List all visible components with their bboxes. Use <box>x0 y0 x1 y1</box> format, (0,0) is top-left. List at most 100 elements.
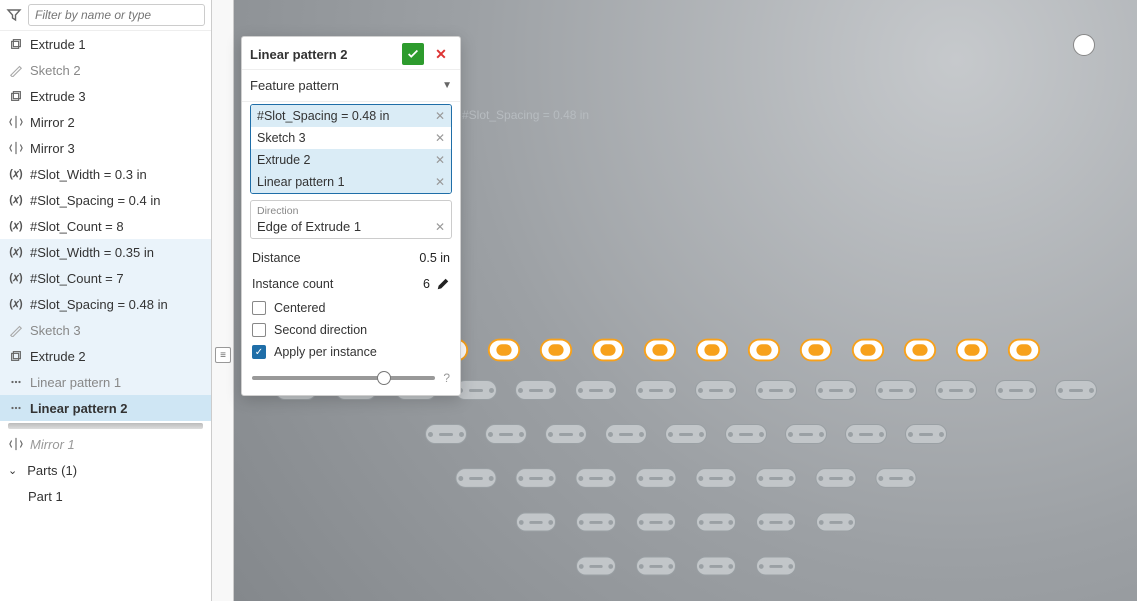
clear-direction-button[interactable]: ✕ <box>435 220 445 234</box>
remove-reference-button[interactable]: ✕ <box>435 153 445 167</box>
extrude-icon <box>8 348 24 364</box>
part-label: Part 1 <box>28 489 63 504</box>
rollback-bar[interactable] <box>8 423 203 429</box>
pattern-icon <box>8 374 24 390</box>
parts-header[interactable]: ⌄Parts (1) <box>0 457 211 483</box>
pattern-seed-instance <box>643 339 675 362</box>
remove-reference-button[interactable]: ✕ <box>435 109 445 123</box>
pattern-type-select[interactable]: Feature pattern <box>250 74 436 97</box>
seed-slider[interactable] <box>252 376 435 380</box>
feature-label: Mirror 2 <box>30 115 75 130</box>
feature-item[interactable]: Extrude 2 <box>0 343 211 369</box>
help-icon[interactable]: ? <box>443 371 450 385</box>
pattern-seed-instance <box>799 339 831 362</box>
pattern-instance <box>875 468 916 488</box>
pattern-instance <box>545 424 587 444</box>
view-orbit-icon[interactable] <box>1073 34 1095 56</box>
direction-value: Edge of Extrude 1 <box>257 219 361 234</box>
remove-reference-button[interactable]: ✕ <box>435 175 445 189</box>
slider-knob[interactable] <box>377 371 391 385</box>
rollback-gutter[interactable]: ≡ <box>212 0 234 601</box>
pattern-seed-instance <box>695 339 727 362</box>
pattern-instance <box>635 468 676 488</box>
feature-item[interactable]: Linear pattern 1 <box>0 369 211 395</box>
edit-expression-icon[interactable] <box>436 277 450 291</box>
pattern-icon <box>8 400 24 416</box>
feature-list[interactable]: Extrude 1 Sketch 2Extrude 3 Mirror 2 Mirror… <box>0 31 211 601</box>
pattern-instance <box>515 468 556 488</box>
pattern-instance <box>576 557 616 576</box>
reference-label: #Slot_Spacing = 0.48 in <box>257 109 389 123</box>
remove-reference-button[interactable]: ✕ <box>435 131 445 145</box>
feature-label: #Slot_Spacing = 0.4 in <box>30 193 160 208</box>
feature-item-suppressed[interactable]: Mirror 1 <box>0 431 211 457</box>
features-to-pattern-list[interactable]: #Slot_Spacing = 0.48 in✕Sketch 3✕Extrude… <box>250 104 452 194</box>
feature-item[interactable]: (𝑥)#Slot_Spacing = 0.4 in <box>0 187 211 213</box>
reference-item[interactable]: Sketch 3 ✕ <box>251 127 451 149</box>
distance-label: Distance <box>252 251 301 265</box>
feature-item[interactable]: Mirror 3 <box>0 135 211 161</box>
filter-icon[interactable] <box>6 7 22 23</box>
pattern-instance <box>755 468 796 488</box>
mirror-icon <box>8 436 24 452</box>
pattern-instance <box>695 380 737 400</box>
second-direction-checkbox[interactable] <box>252 323 266 337</box>
sketch-icon <box>8 322 24 338</box>
reference-item[interactable]: #Slot_Spacing = 0.48 in ✕ <box>251 105 451 127</box>
feature-item[interactable]: Linear pattern 2 <box>0 395 211 421</box>
feature-item[interactable]: Extrude 1 <box>0 31 211 57</box>
feature-item[interactable]: Sketch 3 <box>0 317 211 343</box>
pattern-instance <box>816 513 856 532</box>
var-icon: (𝑥) <box>8 166 24 182</box>
pattern-row <box>234 424 1137 444</box>
pattern-instance <box>575 468 616 488</box>
second-direction-label: Second direction <box>274 323 367 337</box>
part-item[interactable]: Part 1 <box>0 483 211 509</box>
pattern-instance <box>636 513 676 532</box>
feature-item[interactable]: (𝑥) #Slot_Spacing = 0.48 in <box>0 291 211 317</box>
pattern-instance <box>815 468 856 488</box>
field-label: Direction <box>257 205 445 217</box>
pattern-seed-instance <box>955 339 987 362</box>
direction-field[interactable]: Direction Edge of Extrude 1 ✕ <box>250 200 452 239</box>
rollback-marker-icon[interactable]: ≡ <box>215 347 231 363</box>
centered-checkbox[interactable] <box>252 301 266 315</box>
feature-label: Extrude 1 <box>30 37 86 52</box>
pattern-instance <box>815 380 857 400</box>
centered-label: Centered <box>274 301 325 315</box>
feature-item[interactable]: Mirror 2 <box>0 109 211 135</box>
pattern-instance <box>1055 380 1097 400</box>
dialog-title: Linear pattern 2 <box>250 47 396 62</box>
reference-label: Sketch 3 <box>257 131 306 145</box>
filter-input[interactable] <box>28 4 205 26</box>
feature-item[interactable]: (𝑥) #Slot_Width = 0.3 in <box>0 161 211 187</box>
var-icon: (𝑥) <box>8 218 24 234</box>
feature-item[interactable]: (𝑥)#Slot_Width = 0.35 in <box>0 239 211 265</box>
var-icon: (𝑥) <box>8 296 24 312</box>
pattern-row <box>234 556 1137 576</box>
reference-item[interactable]: Extrude 2✕ <box>251 149 451 171</box>
extrude-icon <box>8 88 24 104</box>
feature-dialog: Linear pattern 2 ✕ Feature pattern ▼ #Sl… <box>241 36 461 396</box>
pattern-row <box>234 468 1137 488</box>
feature-label: #Slot_Width = 0.3 in <box>30 167 147 182</box>
feature-label: #Slot_Spacing = 0.48 in <box>30 297 168 312</box>
cancel-button[interactable]: ✕ <box>430 43 452 65</box>
parts-header-label: Parts (1) <box>27 463 77 478</box>
tree-toolbar <box>0 0 211 31</box>
confirm-button[interactable] <box>402 43 424 65</box>
feature-item[interactable]: Sketch 2 <box>0 57 211 83</box>
reference-item[interactable]: Linear pattern 1✕ <box>251 171 451 193</box>
canvas-annotation: #Slot_Spacing = 0.48 in <box>462 108 589 122</box>
apply-per-instance-checkbox[interactable]: ✓ <box>252 345 266 359</box>
instance-count-input[interactable]: 6 <box>423 277 430 291</box>
distance-input[interactable]: 0.5 in <box>419 251 450 265</box>
feature-item[interactable]: (𝑥)#Slot_Count = 7 <box>0 265 211 291</box>
pattern-instance <box>636 557 676 576</box>
mirror-icon <box>8 114 24 130</box>
feature-item[interactable]: (𝑥)#Slot_Count = 8 <box>0 213 211 239</box>
feature-label: Extrude 2 <box>30 349 86 364</box>
pattern-instance <box>695 468 736 488</box>
feature-item[interactable]: Extrude 3 <box>0 83 211 109</box>
pattern-seed-instance <box>1007 339 1039 362</box>
